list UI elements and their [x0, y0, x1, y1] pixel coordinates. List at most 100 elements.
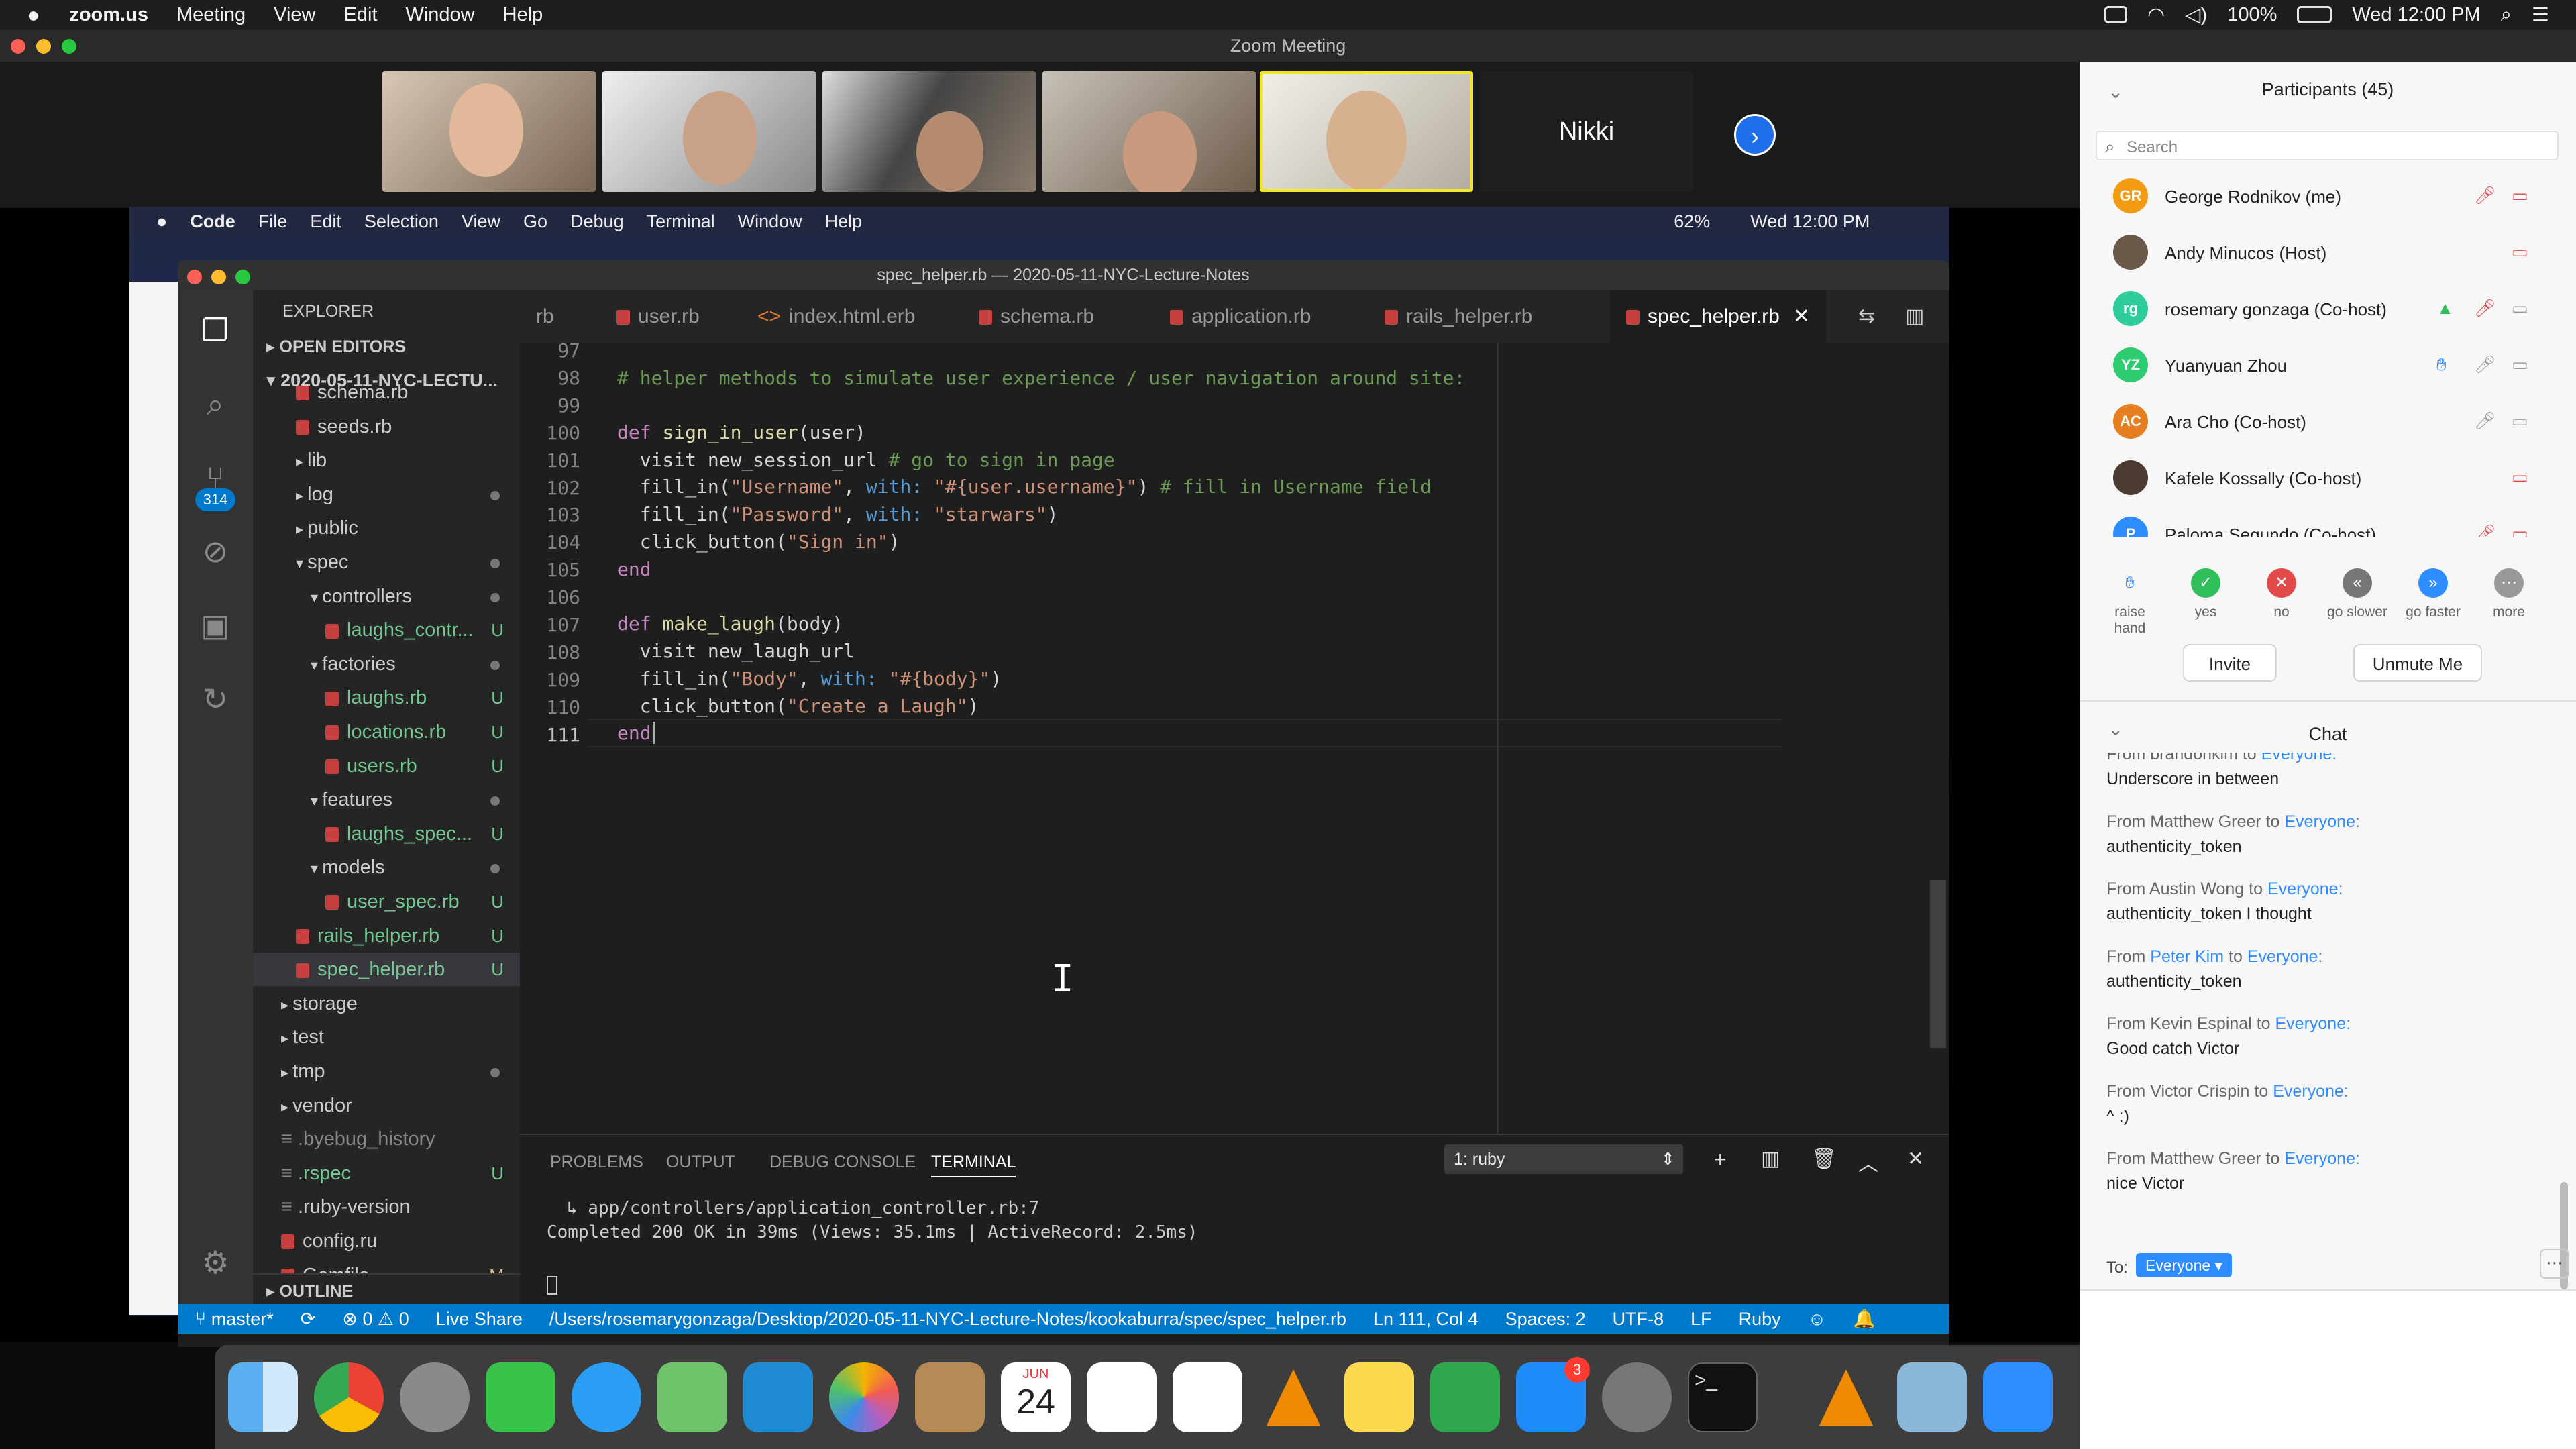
file-tree-item[interactable]: laughs_spec... U — [253, 817, 520, 851]
debug-icon[interactable]: ⊘ — [195, 531, 235, 572]
mic-icon[interactable]: 🎤︎ — [2474, 411, 2496, 431]
next-page-arrow-icon[interactable]: › — [1734, 114, 1776, 156]
reaction-more[interactable]: ⋯ more — [2479, 568, 2539, 621]
video-tile[interactable] — [382, 71, 596, 192]
reaction-yes-check[interactable]: ✓ yes — [2176, 568, 2236, 621]
notes-icon[interactable] — [1344, 1362, 1414, 1432]
notifications-bell-icon[interactable]: 🔔 — [1853, 1308, 1876, 1330]
file-tree-item[interactable]: ▸ storage — [253, 987, 520, 1020]
search-icon[interactable]: ⌕ — [195, 384, 235, 424]
participant-name[interactable]: Ara Cho (Co-host) — [2165, 412, 2306, 433]
photos-icon[interactable] — [829, 1362, 899, 1432]
vlc-icon[interactable] — [1258, 1362, 1328, 1432]
vlc-icon[interactable] — [1811, 1362, 1881, 1432]
vscode-icon[interactable] — [743, 1362, 813, 1432]
file-tree-item[interactable]: ▸ vendor — [253, 1089, 520, 1122]
file-tree-item[interactable]: ≡ .byebug_history — [253, 1122, 520, 1156]
kill-terminal-icon[interactable]: 🗑 — [1811, 1147, 1837, 1171]
file-tree-item[interactable]: ▾ features — [253, 783, 520, 816]
tab-user-rb[interactable]: user.rb — [600, 290, 716, 343]
outline-section[interactable]: ▸ OUTLINE — [253, 1273, 520, 1307]
facetime-icon[interactable] — [486, 1362, 555, 1432]
file-tree-item[interactable]: ≡ .ruby-version — [253, 1190, 520, 1224]
reminders-icon[interactable] — [1087, 1362, 1157, 1432]
cursor-position[interactable]: Ln 111, Col 4 — [1373, 1309, 1479, 1330]
launchpad-icon[interactable] — [400, 1362, 470, 1432]
close-tab-icon[interactable]: ✕ — [1793, 305, 1810, 327]
tab-rb[interactable]: rb — [520, 290, 570, 343]
panel-tab-debug-console[interactable]: DEBUG CONSOLE — [769, 1152, 916, 1172]
participant-name[interactable]: George Rodnikov (me) — [2165, 186, 2341, 207]
explorer-icon[interactable]: ❐ — [195, 310, 235, 350]
settings-gear-icon[interactable]: ⚙ — [195, 1242, 235, 1283]
panel-tab-problems[interactable]: PROBLEMS — [550, 1152, 643, 1172]
file-tree-item[interactable]: rails_helper.rb U — [253, 919, 520, 953]
extensions-icon[interactable]: ▣ — [195, 605, 235, 645]
panel-tab-terminal[interactable]: TERMINAL — [931, 1152, 1016, 1177]
battery-percent[interactable]: 100% — [2227, 4, 2277, 26]
contacts-icon[interactable] — [915, 1362, 985, 1432]
new-terminal-icon[interactable]: + — [1714, 1147, 1727, 1172]
apple-icon[interactable]: ● — [27, 3, 40, 28]
maps-icon[interactable] — [657, 1362, 727, 1432]
reaction-no-x[interactable]: ✕ no — [2251, 568, 2312, 621]
panel-tab-output[interactable]: OUTPUT — [666, 1152, 735, 1172]
zoom-status-icon[interactable] — [2104, 6, 2128, 23]
participant-name[interactable]: rosemary gonzaga (Co-host) — [2165, 299, 2387, 320]
file-tree-item[interactable]: spec_helper.rb U — [253, 953, 520, 987]
file-tree-item[interactable]: ▸ tmp — [253, 1055, 520, 1088]
slack-icon[interactable] — [1173, 1362, 1242, 1432]
menu-help[interactable]: Help — [503, 4, 543, 26]
video-off-icon[interactable]: ▭ — [2512, 467, 2528, 488]
zoom-icon[interactable] — [1983, 1362, 2053, 1432]
spotlight-icon[interactable]: ⌕ — [2501, 4, 2512, 26]
preview-icon[interactable] — [1897, 1362, 1967, 1432]
chat-sender-highlight[interactable]: Peter Kim — [2150, 947, 2224, 966]
close-panel-icon[interactable]: ✕ — [1907, 1147, 1924, 1171]
file-tree-item[interactable]: seeds.rb — [253, 410, 520, 443]
control-center-icon[interactable]: ☰ — [2532, 3, 2549, 27]
menu-edit[interactable]: Edit — [343, 4, 377, 26]
indentation[interactable]: Spaces: 2 — [1505, 1309, 1586, 1330]
file-tree-item[interactable]: locations.rb U — [253, 715, 520, 749]
file-tree-item[interactable]: schema.rb — [253, 376, 520, 409]
file-tree-item[interactable]: ▾ controllers — [253, 580, 520, 613]
calendar-icon[interactable]: JUN 24 — [1001, 1362, 1071, 1432]
file-tree-item[interactable]: ▾ spec — [253, 545, 520, 579]
file-tree-item[interactable]: laughs.rb U — [253, 681, 520, 714]
close-window-button[interactable] — [11, 39, 25, 54]
numbers-icon[interactable] — [1430, 1362, 1500, 1432]
video-icon[interactable]: ▭ — [2512, 354, 2528, 375]
file-tree-item[interactable]: ▸ lib — [253, 443, 520, 477]
participant-name[interactable]: Kafele Kossally (Co-host) — [2165, 468, 2361, 489]
menubar-clock[interactable]: Wed 12:00 PM — [2352, 4, 2480, 26]
video-off-icon[interactable]: ▭ — [2512, 185, 2528, 206]
file-tree-item[interactable]: ▸ public — [253, 511, 520, 545]
mic-muted-icon[interactable]: 🎤︎ — [2474, 298, 2496, 319]
video-tile[interactable] — [822, 71, 1036, 192]
tab-rails-helper-rb[interactable]: rails_helper.rb — [1368, 290, 1548, 343]
split-editor-icon[interactable]: ▥ — [1905, 305, 1924, 328]
tab-spec-helper-rb[interactable]: spec_helper.rb ✕ — [1610, 290, 1826, 343]
unmute-me-button[interactable]: Unmute Me — [2353, 644, 2482, 682]
terminal-select[interactable]: 1: ruby ⇕ — [1444, 1144, 1683, 1174]
file-tree-item[interactable]: ▸ test — [253, 1020, 520, 1054]
terminal-icon[interactable]: >_ — [1688, 1362, 1758, 1432]
live-share-status[interactable]: Live Share — [436, 1309, 523, 1330]
chat-recipient-dropdown[interactable]: Everyone ▾ — [2136, 1253, 2233, 1277]
file-tree-item[interactable]: ≡ .rspec U — [253, 1157, 520, 1190]
invite-button[interactable]: Invite — [2183, 644, 2277, 682]
tab-index-html-erb[interactable]: <> index.html.erb — [741, 290, 931, 343]
menu-view[interactable]: View — [274, 4, 315, 26]
live-share-icon[interactable]: ↻ — [195, 679, 235, 719]
file-tree-item[interactable]: ▾ factories — [253, 647, 520, 681]
file-tree-item[interactable]: user_spec.rb U — [253, 885, 520, 918]
file-tree-item[interactable]: ▸ log — [253, 478, 520, 511]
language-mode[interactable]: Ruby — [1739, 1309, 1781, 1330]
file-tree-item[interactable]: config.ru — [253, 1224, 520, 1258]
feedback-smiley-icon[interactable]: ☺ — [1808, 1309, 1827, 1330]
zoom-window-button[interactable] — [62, 39, 76, 54]
file-tree-item[interactable]: users.rb U — [253, 749, 520, 783]
chat-more-button[interactable]: ⋯ — [2540, 1249, 2569, 1279]
menu-meeting[interactable]: Meeting — [176, 4, 246, 26]
